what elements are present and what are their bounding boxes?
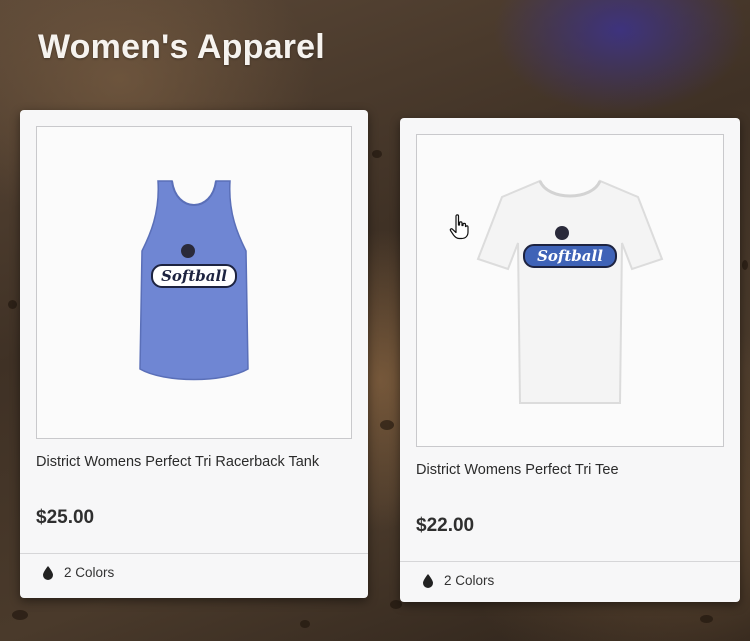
product-name[interactable]: District Womens Perfect Tri Racerback Ta…	[36, 454, 358, 470]
product-image[interactable]: Softball	[416, 134, 724, 447]
graphic-text: Softball	[161, 267, 227, 285]
colors-option[interactable]: 2 Colors	[42, 565, 114, 580]
colors-option[interactable]: 2 Colors	[422, 573, 494, 588]
colors-label: 2 Colors	[64, 565, 115, 580]
color-drop-icon	[423, 573, 433, 588]
product-image[interactable]: Softball	[36, 126, 352, 439]
product-card-racerback-tank[interactable]: Softball District Womens Perfect Tri Rac…	[20, 110, 368, 598]
color-drop-icon	[43, 565, 53, 580]
page-title: Women's Apparel	[38, 28, 325, 66]
product-price: $25.00	[36, 507, 95, 528]
product-price: $22.00	[416, 515, 475, 536]
tank-top-shirt-icon: Softball	[139, 179, 249, 380]
product-name[interactable]: District Womens Perfect Tri Tee	[416, 462, 730, 478]
colors-label: 2 Colors	[444, 573, 495, 588]
card-divider	[400, 561, 740, 562]
card-divider	[20, 553, 368, 554]
graphic-text: Softball	[537, 247, 603, 265]
product-card-tri-tee[interactable]: Softball District Womens Perfect Tri Tee…	[400, 118, 740, 602]
hand-pointer-icon	[449, 214, 469, 240]
tshirt-icon: Softball	[476, 179, 664, 404]
